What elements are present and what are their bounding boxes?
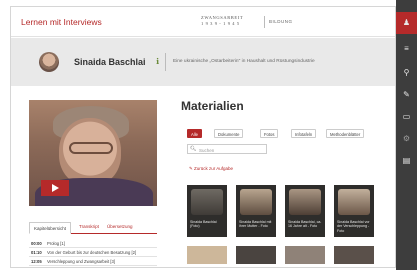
search-icon: 🔍︎ <box>190 146 197 152</box>
filter-photos-button[interactable]: Fotos <box>260 129 279 138</box>
tab-chapters[interactable]: Kapitelübersicht <box>29 222 72 234</box>
gear-icon[interactable]: ⚙ <box>396 134 417 144</box>
partner-logo-line2: 1 9 3 9 - 1 9 4 5 <box>201 21 240 26</box>
chapter-time: 01:10 <box>31 250 42 255</box>
search-placeholder: Suchen <box>199 147 215 153</box>
material-caption: Sinaida Baschlai (Foto) <box>190 220 217 229</box>
person-name: Sinaida Baschlai <box>74 57 146 67</box>
material-tile[interactable]: Sinaida Baschlai vor der Verschleppung -… <box>334 185 374 237</box>
partner-tag: BILDUNG <box>269 19 293 24</box>
back-to-task-link[interactable]: ✎ Zurück zur Aufgabe <box>189 166 233 172</box>
tab-transcript[interactable]: Transkript <box>79 224 99 229</box>
filter-documents-button[interactable]: Dokumente <box>214 129 244 138</box>
material-caption: Sinaida Baschlai mit ihrer Mutter - Foto <box>239 220 272 229</box>
filter-all-button[interactable]: Alle <box>187 129 202 138</box>
interview-header: Sinaida Baschlai ℹ Eine ukrainische „Ost… <box>11 38 395 86</box>
material-thumbnail <box>289 189 321 215</box>
tab-translation[interactable]: Übersetzung <box>107 224 133 229</box>
play-button[interactable] <box>41 180 69 196</box>
search-input[interactable]: 🔍︎ Suchen <box>187 144 267 154</box>
partner-divider <box>264 16 265 28</box>
material-tile[interactable]: Sinaida Baschlai mit ihrer Mutter - Foto <box>236 185 276 237</box>
chapter-row[interactable]: 01:10 Von der Geburt bis zur deutschen B… <box>29 248 157 257</box>
menu-icon[interactable]: ≡ <box>396 44 417 54</box>
edit-icon[interactable]: ✎ <box>396 90 417 100</box>
material-tile[interactable]: Sinaida Baschlai (Foto) <box>187 185 227 237</box>
filter-infoboards-button[interactable]: Infotafeln <box>291 129 317 138</box>
chapter-row[interactable]: 12:05 Verschleppung und Zwangsarbeit [3] <box>29 257 157 266</box>
chapter-title: Von der Geburt bis zur deutschen Besatzu… <box>47 250 137 255</box>
info-icon[interactable]: ℹ <box>156 57 159 66</box>
filter-worksheets-button[interactable]: Methodenblätter <box>326 129 365 138</box>
app-window: Lernen mit Interviews ZWANGSARBEIT 1 9 3… <box>10 6 396 268</box>
chapter-title: Prolog [1] <box>47 241 65 246</box>
material-caption: Sinaida Baschlai vor der Verschleppung -… <box>337 220 370 233</box>
folder-icon[interactable]: ▭ <box>396 112 417 122</box>
user-icon: ♟ <box>402 18 411 27</box>
top-bar: Lernen mit Interviews ZWANGSARBEIT 1 9 3… <box>11 7 395 37</box>
chapter-list: 00:00 Prolog [1] 01:10 Von der Geburt bi… <box>29 239 157 266</box>
chapter-time: 00:00 <box>31 241 42 246</box>
brand-link[interactable]: Lernen mit Interviews <box>21 17 102 27</box>
material-tile[interactable] <box>187 246 227 264</box>
avatar <box>39 52 59 72</box>
material-tile[interactable] <box>285 246 325 264</box>
person-description: Eine ukrainische „Ostarbeiterin" in Haus… <box>173 59 315 64</box>
chapter-row[interactable]: 00:00 Prolog [1] <box>29 239 157 248</box>
back-link-label: Zurück zur Aufgabe <box>194 166 234 171</box>
video-still-glasses <box>69 142 113 154</box>
map-pin-icon[interactable]: ⚲ <box>396 68 417 78</box>
material-caption: Sinaida Baschlai, ca. 16 Jahre alt - Fot… <box>288 220 322 229</box>
chapter-title: Verschleppung und Zwangsarbeit [3] <box>47 259 115 264</box>
material-tile[interactable] <box>334 246 374 264</box>
partner-logo[interactable]: ZWANGSARBEIT 1 9 3 9 - 1 9 4 5 <box>201 15 243 27</box>
material-thumbnail <box>240 189 272 215</box>
video-player[interactable] <box>29 100 157 206</box>
chapter-time: 12:05 <box>31 259 42 264</box>
header-divider <box>165 53 166 71</box>
materials-title: Materialien <box>181 99 244 113</box>
material-tile[interactable] <box>236 246 276 264</box>
right-toolbar: ♟ ≡ ⚲ ✎ ▭ ⚙ ▤ <box>396 0 417 270</box>
video-tabs: Kapitelübersicht Transkript Übersetzung <box>29 222 157 234</box>
material-thumbnail <box>338 189 370 215</box>
material-thumbnail <box>191 189 223 215</box>
book-icon[interactable]: ▤ <box>396 156 417 166</box>
material-tile[interactable]: Sinaida Baschlai, ca. 16 Jahre alt - Fot… <box>285 185 325 237</box>
